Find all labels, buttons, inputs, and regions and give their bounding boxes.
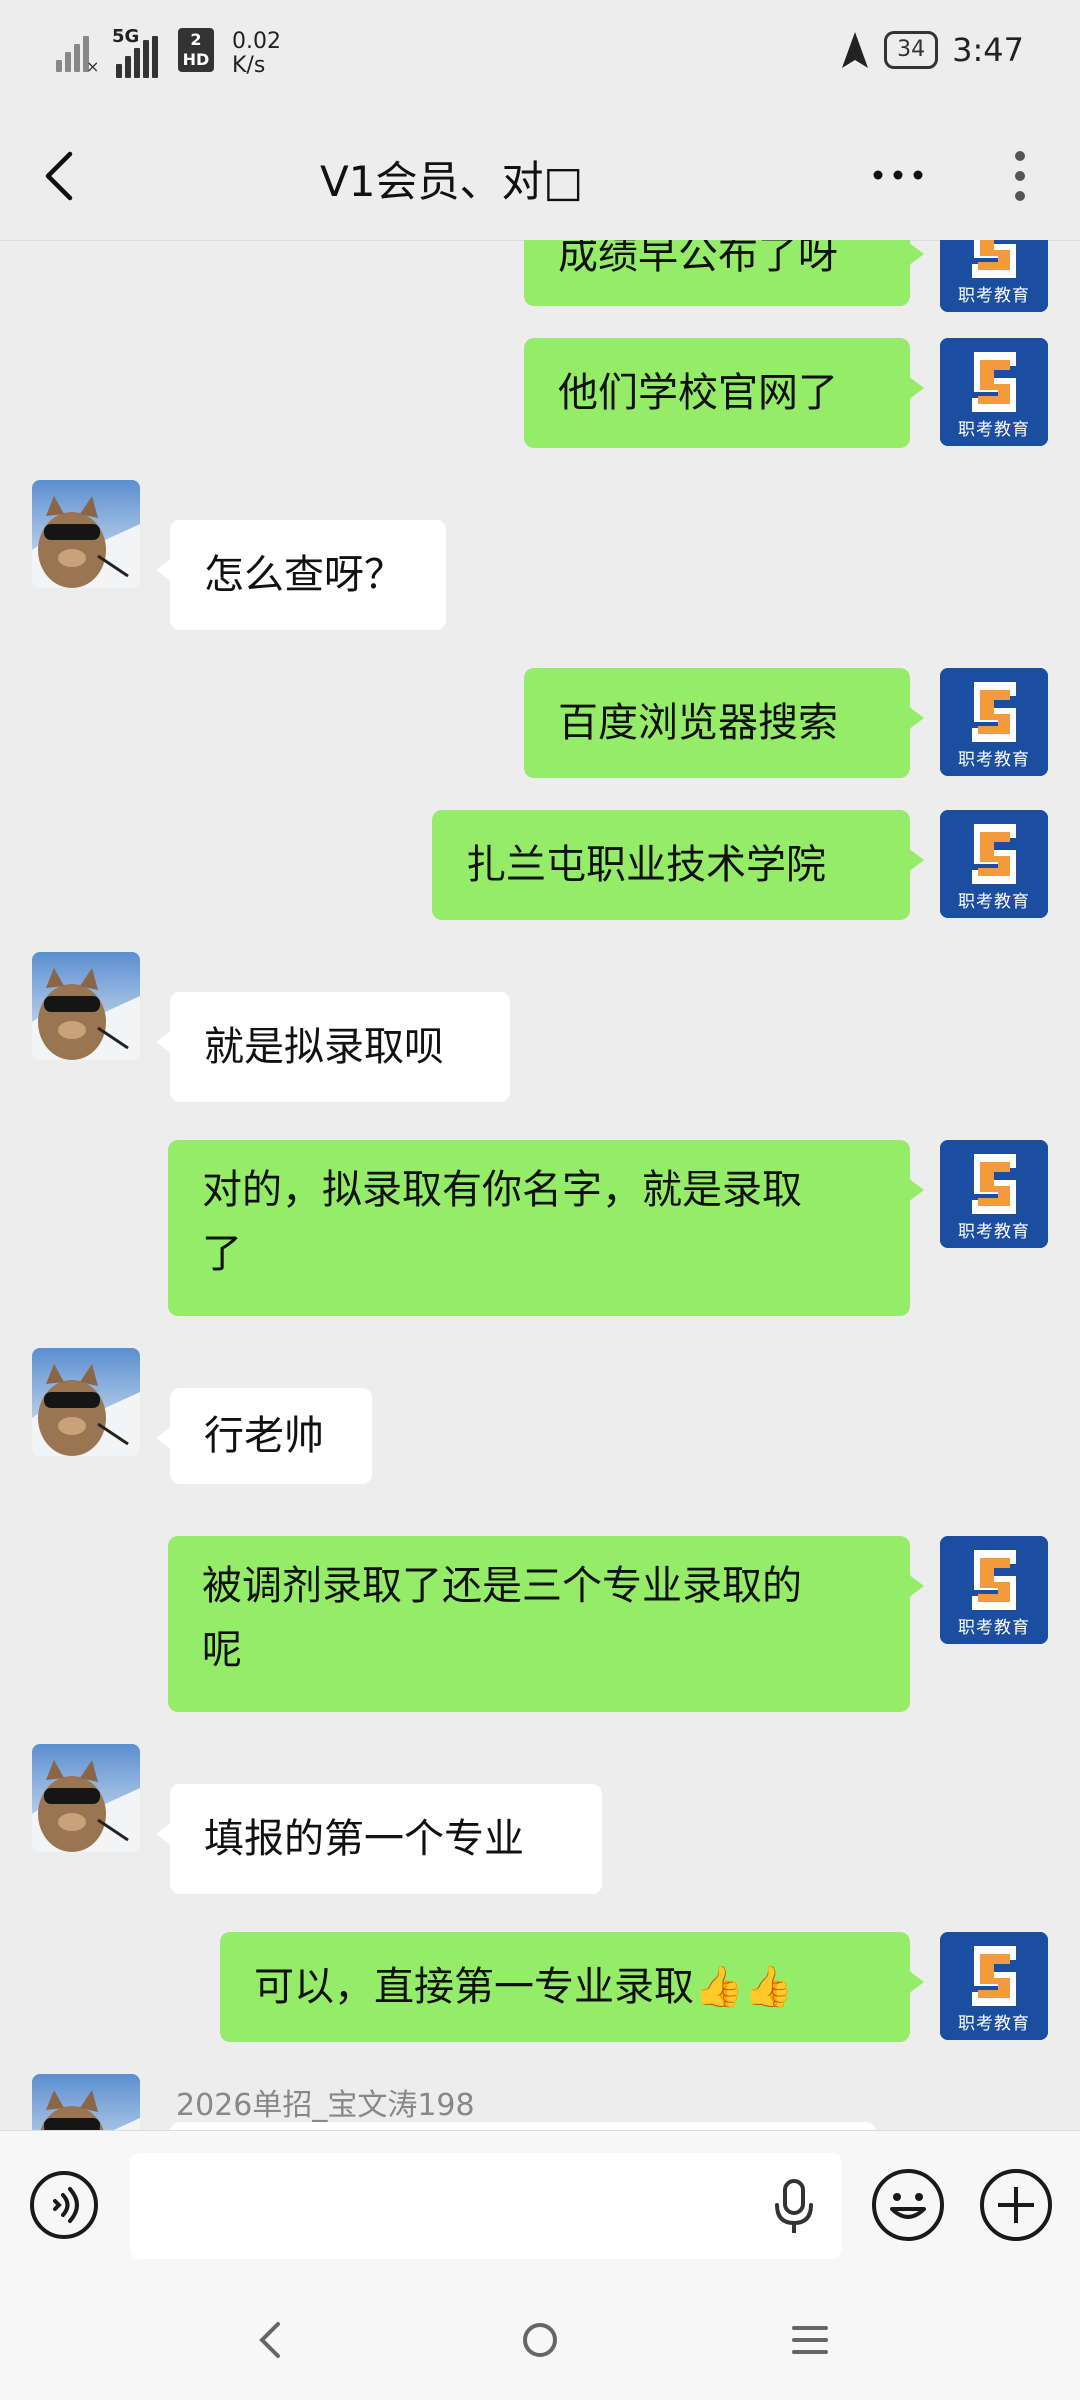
message-row: 成绩早公布了呀 职考教育 <box>0 240 1080 314</box>
status-left: × 5G 2 HD 0.02 K/s <box>56 28 281 78</box>
message-bubble[interactable]: 他们学校官网了 <box>524 338 924 448</box>
plus-icon[interactable] <box>978 2167 1054 2243</box>
signal-icon-sim1: × <box>56 28 100 76</box>
network-speed: 0.02 K/s <box>232 30 281 78</box>
system-nav-bar <box>0 2280 1080 2400</box>
brand-avatar[interactable]: 职考教育 <box>940 810 1048 918</box>
message-bubble[interactable]: 扎兰屯职业技术学院 <box>432 810 924 920</box>
message-text-input[interactable] <box>130 2153 842 2259</box>
message-row: 2026单招_宝文涛198 <box>0 2074 1080 2130</box>
message-bubble[interactable]: 可以，直接第一专业录取👍👍 <box>220 1932 924 2042</box>
brand-avatar-label: 职考教育 <box>958 286 1030 306</box>
more-dots-icon[interactable] <box>868 150 928 200</box>
message-bubble[interactable]: 百度浏览器搜索 <box>524 668 924 778</box>
system-back-icon[interactable] <box>250 2310 290 2370</box>
voice-input-icon[interactable] <box>28 2169 100 2241</box>
message-row: 他们学校官网了 职考教育 <box>0 338 1080 448</box>
brand-avatar-label: 职考教育 <box>958 2014 1030 2034</box>
message-bubble[interactable]: 成绩早公布了呀 <box>524 240 924 306</box>
brand-avatar[interactable]: 职考教育 <box>940 1536 1048 1644</box>
brand-avatar[interactable]: 职考教育 <box>940 338 1048 446</box>
chat-header: V1会员、对□ <box>0 110 1080 241</box>
microphone-icon[interactable] <box>770 2179 818 2235</box>
battery-indicator: 34 <box>884 31 939 69</box>
brand-avatar[interactable]: 职考教育 <box>940 668 1048 776</box>
cat-photo-avatar <box>32 952 140 1060</box>
message-row: 扎兰屯职业技术学院 职考教育 <box>0 810 1080 920</box>
message-row: 就是拟录取呗 <box>0 952 1080 1112</box>
cat-photo-avatar <box>32 1744 140 1852</box>
message-bubble[interactable]: 就是拟录取呗 <box>156 992 510 1102</box>
brand-avatar-label: 职考教育 <box>958 892 1030 912</box>
system-menu-icon[interactable] <box>790 2322 830 2358</box>
message-bubble[interactable]: 行老帅 <box>156 1388 372 1484</box>
message-input-bar <box>0 2130 1080 2281</box>
message-row: 行老帅 <box>0 1348 1080 1508</box>
cat-photo-avatar <box>32 1348 140 1456</box>
status-time: 3:47 <box>952 31 1024 69</box>
chevron-left-icon[interactable] <box>36 146 80 206</box>
brand-avatar-label: 职考教育 <box>958 420 1030 440</box>
contact-avatar[interactable] <box>32 1348 140 1456</box>
brand-avatar[interactable]: 职考教育 <box>940 1140 1048 1248</box>
chat-title: V1会员、对□ <box>320 157 584 206</box>
message-row: 对的，拟录取有你名字，就是录取 了 职考教育 <box>0 1140 1080 1320</box>
contact-avatar[interactable] <box>32 2074 140 2130</box>
brand-avatar[interactable]: 职考教育 <box>940 1932 1048 2040</box>
chat-message-list[interactable]: 成绩早公布了呀 职考教育 他们学校官网了 职考教育 怎么查呀？ 百度浏览器搜索 … <box>0 240 1080 2130</box>
contact-avatar[interactable] <box>32 1744 140 1852</box>
speed-unit: K/s <box>232 53 266 78</box>
message-bubble[interactable]: 被调剂录取了还是三个专业录取的 呢 <box>168 1536 924 1712</box>
message-bubble[interactable]: 对的，拟录取有你名字，就是录取 了 <box>168 1140 924 1316</box>
message-bubble-partial[interactable] <box>170 2122 876 2130</box>
system-home-icon[interactable] <box>520 2320 560 2360</box>
location-arrow-icon <box>842 32 869 68</box>
message-row: 怎么查呀？ <box>0 480 1080 640</box>
vertical-dots-icon[interactable] <box>1000 146 1040 206</box>
cat-photo-avatar <box>32 2074 140 2130</box>
speed-value: 0.02 <box>232 29 281 54</box>
brand-avatar[interactable]: 职考教育 <box>940 240 1048 312</box>
message-row: 被调剂录取了还是三个专业录取的 呢 职考教育 <box>0 1536 1080 1716</box>
message-row: 填报的第一个专业 <box>0 1744 1080 1904</box>
brand-avatar-label: 职考教育 <box>958 1618 1030 1638</box>
sim2-hd-icon: 2 HD <box>178 28 214 72</box>
status-bar: × 5G 2 HD 0.02 K/s 34 3:47 <box>0 0 1080 110</box>
contact-avatar[interactable] <box>32 480 140 588</box>
status-right: 34 3:47 <box>840 30 1024 70</box>
signal-icon-5g: 5G <box>112 28 166 78</box>
message-bubble[interactable]: 怎么查呀？ <box>156 520 446 630</box>
sender-name: 2026单招_宝文涛198 <box>176 2088 475 2123</box>
cat-photo-avatar <box>32 480 140 588</box>
brand-avatar-label: 职考教育 <box>958 750 1030 770</box>
contact-avatar[interactable] <box>32 952 140 1060</box>
message-row: 百度浏览器搜索 职考教育 <box>0 668 1080 778</box>
message-row: 可以，直接第一专业录取👍👍 职考教育 <box>0 1932 1080 2042</box>
brand-avatar-label: 职考教育 <box>958 1222 1030 1242</box>
message-bubble[interactable]: 填报的第一个专业 <box>156 1784 602 1894</box>
emoji-icon[interactable] <box>870 2167 946 2243</box>
